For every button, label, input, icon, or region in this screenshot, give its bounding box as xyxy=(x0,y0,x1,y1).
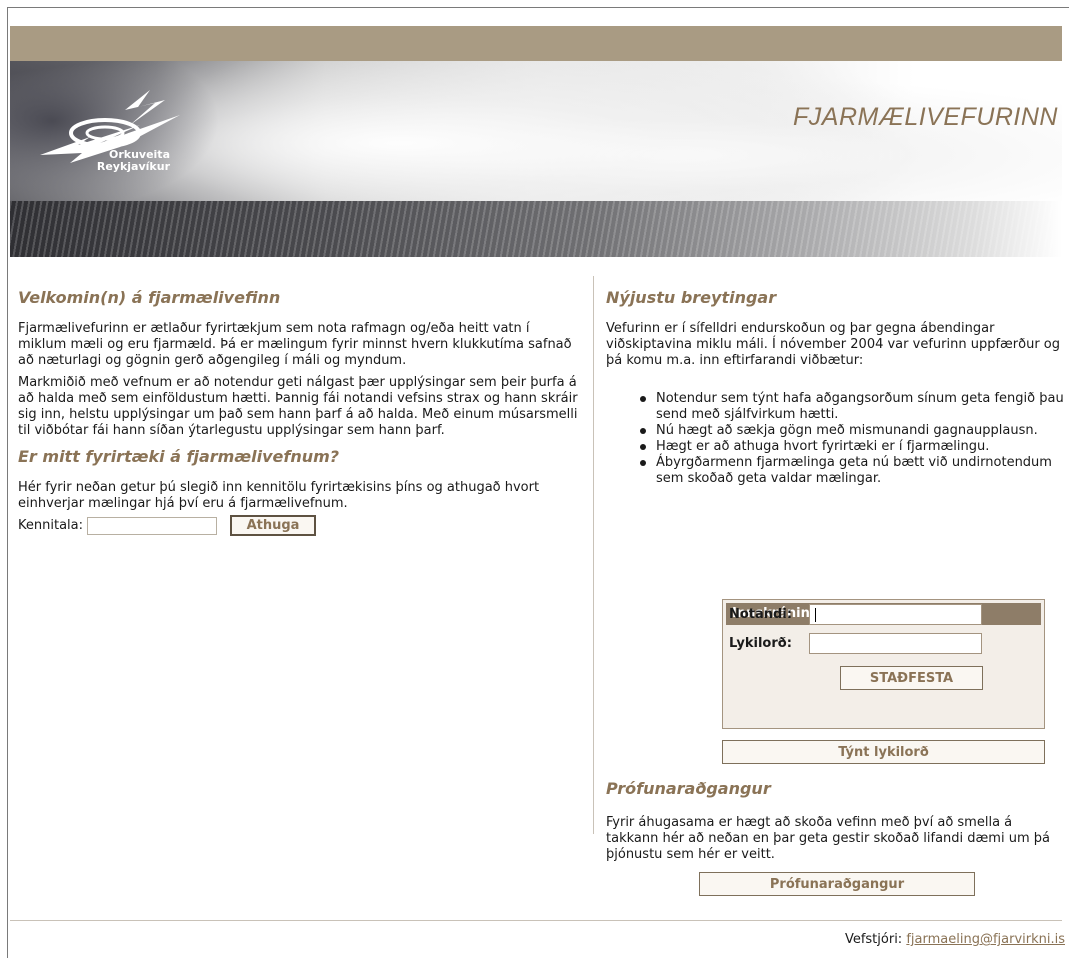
welcome-paragraph-2: Markmiðið með vefnum er að notendur geti… xyxy=(18,375,578,438)
header-banner: Orkuveita Reykjavíkur FJARMÆLIVEFURINN xyxy=(10,61,1062,257)
news-item: Ábyrgðarmenn fjarmælinga geta nú bætt vi… xyxy=(636,455,1066,487)
news-item: Nú hægt að sækja gögn með mismunandi gag… xyxy=(636,423,1066,439)
right-column: Nýjustu breytingar Vefurinn er í sífelld… xyxy=(606,288,1066,487)
news-heading: Nýjustu breytingar xyxy=(606,288,777,307)
footer: Vefstjóri: fjarmaeling@fjarvirkni.is xyxy=(845,932,1065,947)
column-divider xyxy=(593,276,594,834)
welcome-heading: Velkomin(n) á fjarmælivefinn xyxy=(18,288,281,307)
logo-text: Orkuveita Reykjavíkur xyxy=(60,149,170,173)
site-title: FJARMÆLIVEFURINN xyxy=(793,103,1058,131)
trial-access-button[interactable]: Prófunaraðgangur xyxy=(699,872,975,896)
username-input[interactable] xyxy=(809,604,982,625)
welcome-paragraph-1: Fjarmælivefurinn er ætlaður fyrirtækjum … xyxy=(18,321,572,368)
kennitala-label: Kennitala: xyxy=(18,518,83,533)
logo-line-2: Reykjavíkur xyxy=(96,160,170,173)
confirm-button[interactable]: STAÐFESTA xyxy=(840,666,983,690)
news-list: Notendur sem týnt hafa aðgangsorðum sínu… xyxy=(636,391,1066,487)
kennitala-row: Kennitala: Athuga xyxy=(18,515,578,536)
check-heading: Er mitt fyrirtæki á fjarmælivefnum? xyxy=(18,447,340,466)
password-input[interactable] xyxy=(809,633,982,654)
news-item: Notendur sem týnt hafa aðgangsorðum sínu… xyxy=(636,391,1066,423)
kennitala-input[interactable] xyxy=(87,516,217,535)
left-column: Velkomin(n) á fjarmælivefinn Fjarmælivef… xyxy=(18,288,578,536)
top-bar xyxy=(10,26,1062,61)
trial-text: Fyrir áhugasama er hægt að skoða vefinn … xyxy=(606,815,1050,862)
password-label: Lykilorð: xyxy=(729,636,792,651)
news-item: Hægt er að athuga hvort fyrirtæki er í f… xyxy=(636,439,1066,455)
username-row: Notandi: xyxy=(729,604,982,625)
webmaster-email-link[interactable]: fjarmaeling@fjarvirkni.is xyxy=(906,932,1065,947)
news-intro: Vefurinn er í sífelldri endurskoðun og þ… xyxy=(606,321,1061,368)
password-row: Lykilorð: xyxy=(729,633,982,654)
athuga-button[interactable]: Athuga xyxy=(230,515,316,536)
banner-ground xyxy=(10,201,1062,257)
trial-heading: Prófunaraðgangur xyxy=(606,779,771,798)
username-label: Notandi: xyxy=(729,607,793,622)
check-text: Hér fyrir neðan getur þú slegið inn kenn… xyxy=(18,480,540,511)
footer-label: Vefstjóri: xyxy=(844,932,903,947)
forgot-password-button[interactable]: Týnt lykilorð xyxy=(722,740,1045,764)
text-caret xyxy=(815,608,816,622)
footer-divider xyxy=(10,920,1062,921)
